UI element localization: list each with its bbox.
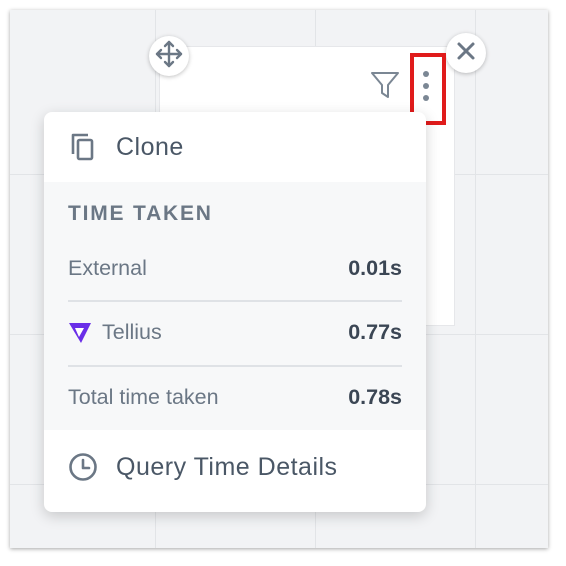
- time-row-value: 0.01s: [348, 256, 402, 280]
- divider: [68, 300, 402, 302]
- time-row-total: Total time taken 0.78s: [68, 385, 402, 415]
- time-row-value: 0.78s: [348, 385, 402, 409]
- clone-label: Clone: [116, 132, 184, 161]
- move-icon: [154, 39, 184, 73]
- close-icon: [456, 41, 476, 65]
- time-row-tellius: Tellius 0.77s: [68, 320, 402, 350]
- time-row-value: 0.77s: [348, 320, 402, 344]
- filter-icon[interactable]: [370, 70, 400, 100]
- clock-icon: [68, 452, 98, 482]
- copy-icon: [68, 132, 98, 162]
- divider: [68, 365, 402, 367]
- time-row-label: Tellius: [102, 320, 162, 344]
- time-taken-section: TIME TAKEN External 0.01s Tellius 0.77s …: [44, 182, 426, 430]
- time-row-label: External: [68, 256, 147, 280]
- context-menu: Clone TIME TAKEN External 0.01s Tellius …: [44, 112, 426, 512]
- close-button[interactable]: [446, 33, 486, 73]
- query-time-details-menu-item[interactable]: Query Time Details: [44, 434, 426, 500]
- grid-line: [475, 10, 476, 548]
- time-taken-title: TIME TAKEN: [68, 202, 213, 225]
- clone-menu-item[interactable]: Clone: [44, 114, 426, 180]
- time-row-label: Total time taken: [68, 385, 219, 409]
- query-time-details-label: Query Time Details: [116, 452, 338, 481]
- tellius-logo-icon: [68, 321, 92, 349]
- time-row-external: External 0.01s: [68, 256, 402, 286]
- move-button[interactable]: [149, 36, 189, 76]
